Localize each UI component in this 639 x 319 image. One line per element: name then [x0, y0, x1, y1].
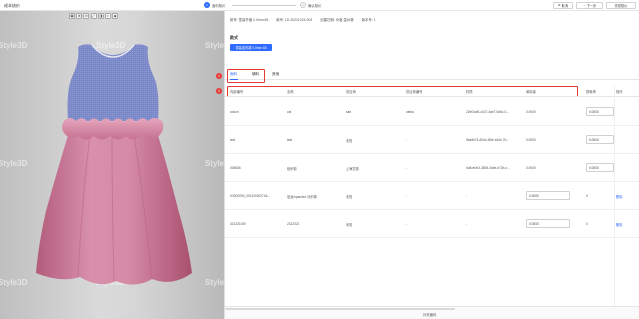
cell-material: -: [466, 222, 468, 226]
cell-id: K3000090_001100002746...: [230, 194, 271, 198]
top-bar: 成本核价 1 面料核价 2 确认核价 ⊗ 取消 → 下一步 完成核价: [0, 0, 639, 11]
cell-material: 22ef2ad0-c027-4ae7-9a5c-0...: [466, 110, 509, 114]
loss-rate-input[interactable]: 0.0000: [586, 163, 614, 172]
cell-name: test: [287, 138, 293, 142]
cancel-label: 取消: [561, 3, 569, 8]
cell-material: 5ba5e74-82cb-4f6e-b44e-7b...: [466, 138, 510, 142]
cell-name: 段织棉: [287, 167, 297, 171]
table-row[interactable]: K3000090_001100002746... 尼龙/spandex 针织棉 …: [225, 182, 639, 210]
next-label: 下一步: [586, 3, 597, 8]
column-header: 单用量: [526, 90, 536, 94]
arrow-right-icon: →: [582, 3, 586, 7]
step-connector: [232, 5, 296, 6]
style-number: 款号: LD-20221024-003: [276, 18, 313, 22]
dress-model-image: [36, 44, 192, 285]
cell-loss: 0: [586, 222, 588, 226]
cost-panel: 款号: 童装外套 0.0mm.65 款号: LD-20221024-003 创建…: [216, 11, 639, 319]
cell-supplier-no: -: [406, 166, 408, 170]
column-header: 供应商编号: [406, 90, 423, 94]
app-title: 成本核价: [4, 3, 20, 8]
cell-supplier-no: -: [406, 222, 408, 226]
cell-material: bd4ce0e2-3805-44be-b72b-c...: [466, 166, 510, 170]
column-header: 操作: [616, 90, 623, 94]
style-info: 款号: 童装外套 0.0mm.65 款号: LD-20221024-003 创建…: [230, 17, 376, 22]
operation-column-divider: [614, 86, 615, 306]
material-tabs: 面料 辅料 其他: [225, 70, 639, 80]
cell-supplier-no: -: [406, 194, 408, 198]
cell-supplier: 未知: [346, 223, 353, 227]
cell-material: -: [466, 194, 468, 198]
step-1-label: 面料核价: [212, 3, 226, 8]
loss-rate-input[interactable]: 0.0000: [586, 107, 614, 116]
finish-label: 完成核价: [614, 3, 628, 8]
delete-link[interactable]: 删除: [616, 194, 622, 199]
cancel-icon: ⊗: [557, 3, 561, 7]
column-header: 损耗率: [586, 90, 596, 94]
usage-input[interactable]: 0.0000: [526, 191, 570, 200]
step-1-number: 1: [204, 2, 210, 8]
3d-viewer[interactable]: Style3D Style3D Style3D Style3D Style3D …: [0, 11, 224, 319]
table-row[interactable]: 006656 段织棉 上海富德 - bd4ce0e2-3805-44be-b72…: [225, 154, 639, 182]
cell-usage: 0.0000: [526, 166, 536, 170]
tab-other[interactable]: 其他: [272, 72, 279, 77]
finish-button[interactable]: 完成核价: [606, 1, 636, 9]
cell-supplier: sae: [346, 110, 352, 114]
loss-rate-input[interactable]: 0.0000: [586, 135, 614, 144]
cell-supplier-no: -: [406, 138, 408, 142]
cell-id: cotum: [230, 110, 239, 114]
version-info: 版本号: 1: [361, 18, 376, 22]
model-info: 款号: 童装外套 0.0mm.65: [230, 18, 269, 22]
highlight-box-tabs: [227, 69, 265, 83]
section-title: 款式: [230, 35, 238, 40]
cancel-button[interactable]: ⊗ 取消: [553, 1, 573, 9]
cell-name: 尼龙/spandex 针织棉: [287, 195, 317, 199]
step-2-label: 确认核价: [308, 3, 322, 8]
table-header: 内部编号 名称 供应商 供应商编号 材质 单用量 损耗率 操作: [225, 85, 639, 97]
next-button[interactable]: → 下一步: [576, 1, 603, 9]
pattern-chip[interactable]: 童装连衣裙 0.0mm.65: [230, 44, 272, 51]
step-1[interactable]: 1 面料核价: [204, 2, 226, 8]
cell-usage: 0.0000: [526, 138, 536, 142]
annotation-badge-1: 1: [216, 73, 222, 79]
cell-supplier: 上海富德: [346, 167, 359, 171]
step-2-number: 2: [300, 2, 306, 8]
cell-name: 2312321: [287, 222, 300, 226]
step-2[interactable]: 2 确认核价: [300, 2, 322, 8]
cell-usage: 0.0000: [526, 110, 536, 114]
bottom-bar: 补充面料: [225, 306, 639, 319]
usage-input[interactable]: 0.0000: [526, 219, 570, 228]
cell-supplier: 未知: [346, 195, 353, 199]
annotation-badge-2: 2: [216, 88, 222, 94]
horizontal-scrollbar[interactable]: [225, 308, 455, 310]
column-header: 内部编号: [230, 90, 244, 94]
table-row[interactable]: cotum cat sae vatha 22ef2ad0-c027-4ae7-9…: [225, 98, 639, 126]
column-header: 供应商: [346, 90, 356, 94]
cell-name: cat: [287, 110, 292, 114]
cell-supplier: 未知: [346, 139, 353, 143]
column-header: 材质: [466, 90, 473, 94]
created-info: 创建日期: 众鑫 温州港: [320, 18, 354, 22]
add-fabric-link[interactable]: 补充面料: [423, 312, 437, 317]
cell-loss: 0: [586, 194, 588, 198]
cell-id: 321321000: [230, 222, 246, 226]
cell-id: test: [230, 138, 236, 142]
cell-supplier-no: vatha: [406, 110, 414, 114]
column-header: 名称: [287, 90, 294, 94]
table-row[interactable]: 321321000 2312321 未知 - - 0.0000 0 删除: [225, 210, 639, 238]
delete-link[interactable]: 删除: [616, 222, 622, 227]
cell-id: 006656: [230, 166, 241, 170]
table-row[interactable]: test test 未知 - 5ba5e74-82cb-4f6e-b44e-7b…: [225, 126, 639, 154]
